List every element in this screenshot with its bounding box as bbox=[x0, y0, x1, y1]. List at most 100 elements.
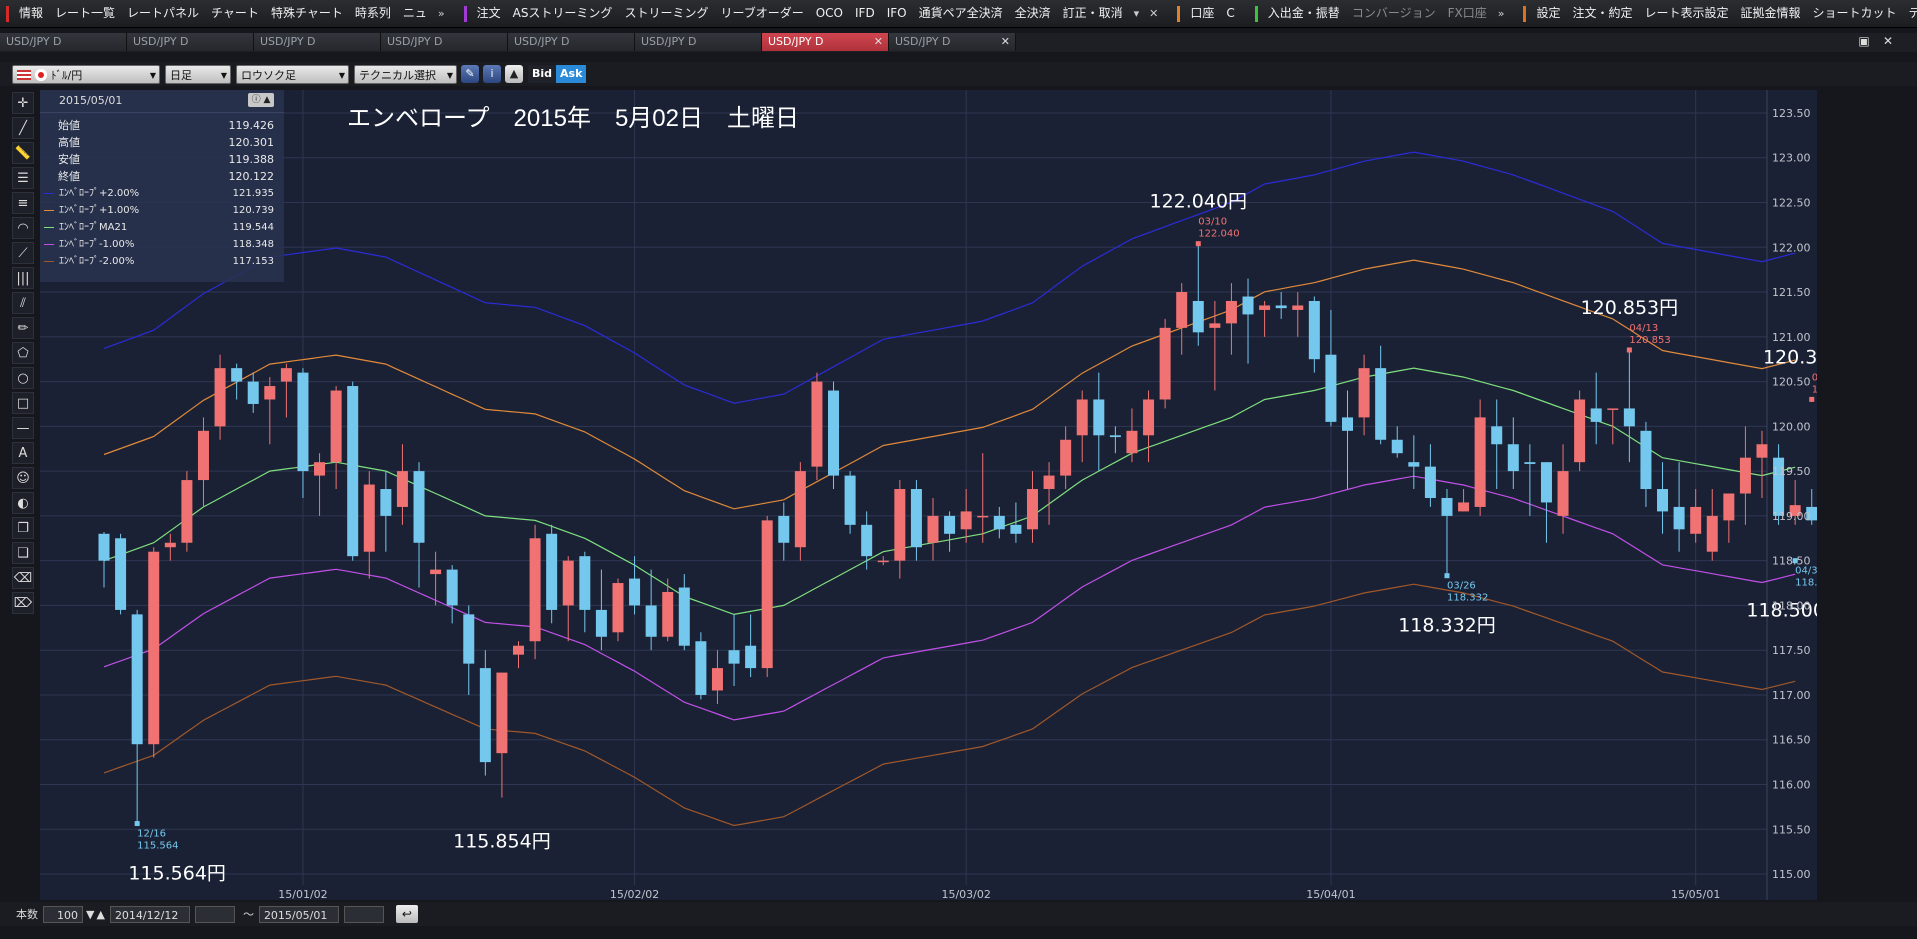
menu-item[interactable]: 時系列 bbox=[349, 0, 397, 27]
candle-body bbox=[413, 471, 425, 543]
channel-icon[interactable]: ≡ bbox=[12, 192, 34, 214]
icon-stamp-icon[interactable]: ☺ bbox=[12, 467, 34, 489]
horizontal-lines-icon[interactable]: ☰ bbox=[12, 167, 34, 189]
crosshair-icon[interactable]: ✛ bbox=[12, 92, 34, 114]
menu-item[interactable]: 通貨ペア全決済 bbox=[913, 0, 1009, 27]
indicator-row: ｴﾝﾍﾞﾛｰﾌﾟ-1.00% 118.348 bbox=[40, 236, 284, 253]
pitchfork-icon[interactable]: ⫽ bbox=[12, 292, 34, 314]
menu-item[interactable]: 口座 bbox=[1184, 0, 1220, 27]
to-time-field[interactable] bbox=[343, 905, 384, 923]
bid-ask-toggle[interactable]: Bid Ask bbox=[528, 65, 587, 83]
annotations: 12/16115.564115.564円115.854円03/10122.040… bbox=[128, 191, 1817, 885]
menu-item[interactable]: レート一覧 bbox=[49, 0, 121, 27]
menu-item[interactable]: IFD bbox=[849, 0, 881, 27]
fibonacci-arc-icon[interactable]: ◠ bbox=[12, 217, 34, 239]
menu-item[interactable]: OCO bbox=[810, 0, 849, 27]
chart-tab[interactable]: USD/JPY D ✕ bbox=[762, 33, 889, 51]
menu-item[interactable]: 全決済 bbox=[1009, 0, 1057, 27]
to-date-field[interactable]: 2015/05/01 bbox=[258, 905, 339, 923]
pencil-icon[interactable]: ✏ bbox=[12, 317, 34, 339]
hline-icon[interactable]: — bbox=[12, 417, 34, 439]
technical-select[interactable]: テクニカル選択 bbox=[354, 64, 457, 85]
ohlc-row: 始値 119.426 bbox=[40, 117, 284, 134]
maximize-icon[interactable]: ▣ bbox=[1854, 33, 1874, 50]
menu-close-icon[interactable]: ✕ bbox=[1144, 7, 1163, 20]
tab-close-icon[interactable]: ✕ bbox=[874, 33, 883, 51]
menu-scroll-icon[interactable]: » bbox=[1493, 7, 1510, 20]
eraser-icon[interactable]: ⌫ bbox=[12, 567, 34, 589]
bid-button[interactable]: Bid bbox=[528, 65, 557, 83]
circle-icon[interactable]: ○ bbox=[12, 367, 34, 389]
text-icon[interactable]: A bbox=[12, 442, 34, 464]
menu-item[interactable]: ASストリーミング bbox=[507, 0, 619, 27]
menu-item[interactable]: レートパネル bbox=[121, 0, 205, 27]
candle-body bbox=[1408, 462, 1420, 467]
from-date-field[interactable]: 2014/12/12 bbox=[109, 905, 190, 923]
menu-dropdown-icon[interactable]: ▾ bbox=[1129, 7, 1145, 20]
candle-body bbox=[645, 605, 657, 637]
info-icon[interactable]: i bbox=[483, 65, 501, 83]
chart-tab[interactable]: USD/JPY D bbox=[381, 33, 508, 51]
trend-line-icon[interactable]: ╱ bbox=[12, 117, 34, 139]
copy-icon[interactable]: ❐ bbox=[12, 517, 34, 539]
chart-tab[interactable]: USD/JPY D bbox=[254, 33, 381, 51]
ruler-icon[interactable]: 📏 bbox=[12, 142, 34, 164]
menu-item[interactable]: IFO bbox=[881, 0, 913, 27]
chart-tab[interactable]: USD/JPY D bbox=[127, 33, 254, 51]
chart-plot-area[interactable]: 12/16 115.564 115.564円 115.854円 03/10 122.040… bbox=[40, 90, 1817, 900]
menu-item[interactable]: 訂正・取消 bbox=[1057, 0, 1129, 27]
chart-tab[interactable]: USD/JPY D ✕ bbox=[889, 33, 1016, 51]
chart-type-select[interactable]: ロウソク足 bbox=[236, 64, 349, 85]
pen-icon[interactable]: ✎ bbox=[461, 65, 479, 83]
ask-button[interactable]: Ask bbox=[556, 65, 587, 83]
candle-body bbox=[1126, 430, 1138, 454]
bottom-bar: 本数 100 ▼ ▲ 2014/12/12 ～ 2015/05/01 ↩ bbox=[0, 902, 1917, 926]
chart-tab[interactable]: USD/JPY D bbox=[508, 33, 635, 51]
erase-one-icon[interactable]: ◐ bbox=[12, 492, 34, 514]
menu-item[interactable]: リーブオーダー bbox=[714, 0, 809, 27]
menu-item[interactable]: 情報 bbox=[13, 0, 49, 27]
menu-item[interactable]: FX口座 bbox=[1442, 0, 1493, 27]
eraser-all-icon[interactable]: ⌦ bbox=[12, 592, 34, 614]
candle-body bbox=[960, 511, 972, 530]
menu-item[interactable]: 特殊チャート bbox=[265, 0, 349, 27]
menu-item[interactable]: 注文 bbox=[471, 0, 507, 27]
menu-item[interactable]: 入出金・振替 bbox=[1262, 0, 1346, 27]
menu-item[interactable]: 証拠金情報 bbox=[1734, 0, 1806, 27]
delete-all-icon[interactable]: ❑ bbox=[12, 542, 34, 564]
currency-pair-select[interactable]: ﾄﾞﾙ/円 bbox=[12, 64, 160, 85]
tab-close-icon[interactable]: ✕ bbox=[1001, 33, 1010, 51]
menu-item[interactable]: 設定 bbox=[1530, 0, 1566, 27]
count-up-icon[interactable]: ▲ bbox=[96, 908, 104, 921]
from-time-field[interactable] bbox=[194, 905, 235, 923]
menu-item[interactable]: レート表示設定 bbox=[1638, 0, 1734, 27]
candle-body bbox=[1657, 489, 1669, 512]
x-tick-label: 15/02/02 bbox=[610, 888, 659, 900]
chart-tab[interactable]: USD/JPY D bbox=[0, 33, 127, 51]
menu-scroll-icon[interactable]: » bbox=[433, 7, 450, 20]
menu-item[interactable]: チャート bbox=[205, 0, 265, 27]
count-down-icon[interactable]: ▼ bbox=[86, 908, 94, 921]
close-window-icon[interactable]: ✕ bbox=[1878, 33, 1898, 50]
vertical-lines-icon[interactable]: ||| bbox=[12, 267, 34, 289]
rectangle-icon[interactable]: □ bbox=[12, 392, 34, 414]
menu-item[interactable]: ストリーミング bbox=[618, 0, 714, 27]
fan-icon[interactable]: ⟋ bbox=[12, 242, 34, 264]
menu-item[interactable]: ショートカット bbox=[1807, 0, 1903, 27]
collapse-info-icon[interactable]: ⓘ ▲ bbox=[248, 93, 274, 107]
candle-body bbox=[1524, 462, 1536, 464]
menu-item[interactable]: ニュ bbox=[397, 0, 433, 27]
menu-item[interactable]: 注文・約定 bbox=[1566, 0, 1638, 27]
timeframe-select[interactable]: 日足 bbox=[165, 64, 231, 85]
bar-count-select[interactable]: 100 bbox=[43, 905, 83, 923]
candle-body bbox=[1076, 399, 1088, 436]
menu-item[interactable]: コンバージョン bbox=[1346, 0, 1442, 27]
mountain-chart-icon[interactable]: ▲ bbox=[505, 65, 523, 83]
menu-item[interactable]: C bbox=[1220, 0, 1240, 27]
menu-item[interactable]: ティッカー bbox=[1903, 0, 1917, 27]
chart-tab[interactable]: USD/JPY D bbox=[635, 33, 762, 51]
reload-icon[interactable]: ↩ bbox=[395, 905, 418, 923]
pentagon-icon[interactable]: ⬠ bbox=[12, 342, 34, 364]
y-tick-label: 116.50 bbox=[1772, 734, 1811, 747]
candlestick-chart[interactable]: 12/16115.564115.564円115.854円03/10122.040… bbox=[40, 90, 1817, 900]
